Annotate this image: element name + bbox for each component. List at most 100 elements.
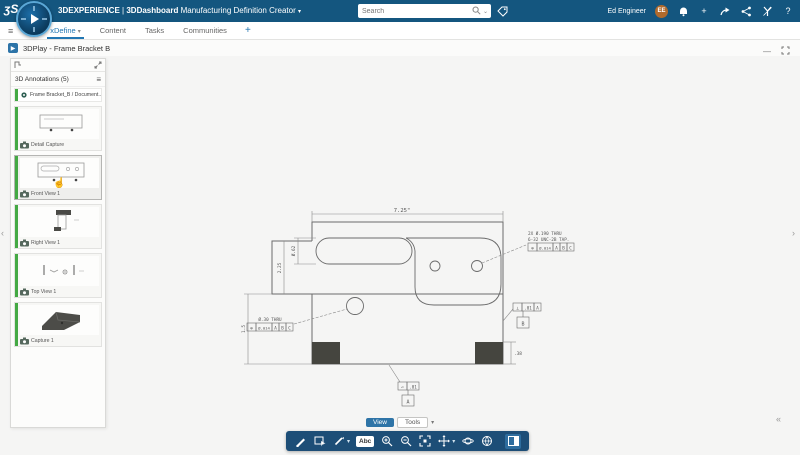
- capture-card-detail-capture[interactable]: Detail Capture: [14, 106, 102, 151]
- user-area: Ed Engineer EE + ?: [607, 0, 794, 22]
- dashboard-tab-bar: ≡ xDefine▾ Content Tasks Communities +: [0, 22, 800, 40]
- viewer-mode-tabs: View Tools ▾: [366, 417, 434, 428]
- svg-text:2X Ø.190 THRU: 2X Ø.190 THRU: [528, 230, 562, 237]
- svg-text:B: B: [281, 325, 284, 330]
- panel-toggle-icon[interactable]: ≡: [8, 26, 13, 36]
- zoom-out-icon[interactable]: [399, 435, 412, 448]
- share-icon[interactable]: [719, 5, 731, 17]
- minimize-icon[interactable]: —: [763, 47, 771, 56]
- user-name[interactable]: Ed Engineer: [607, 8, 646, 15]
- capture-thumbnail: [20, 207, 99, 237]
- annotations-header: 3D Annotations (5): [15, 76, 69, 83]
- notifications-icon[interactable]: [677, 5, 689, 17]
- datum-a-label: A: [406, 400, 409, 406]
- split-view-icon[interactable]: [505, 434, 521, 449]
- capture-label: Right View 1: [31, 240, 60, 246]
- capture-label: Front View 1: [31, 191, 60, 197]
- text-tool-button[interactable]: Abc: [356, 436, 374, 447]
- dim-height: 2.25: [277, 262, 283, 273]
- capture-thumbnail: [20, 305, 99, 335]
- perpendicularity-annotation[interactable]: ⊥ .01 A B: [513, 303, 541, 328]
- capture-card-right-view-1[interactable]: Right View 1: [14, 204, 102, 249]
- camera-icon: [20, 332, 29, 350]
- panel-tab-icon[interactable]: [14, 56, 22, 74]
- brand-separator: |: [122, 6, 124, 15]
- dim-overall-width: 7.25": [394, 208, 411, 214]
- tab-tools[interactable]: Tools: [397, 417, 428, 428]
- chevron-down-icon[interactable]: ▾: [431, 419, 434, 426]
- hole-2: [472, 261, 483, 272]
- zoom-in-icon[interactable]: [380, 435, 393, 448]
- left-panel-collapse-icon[interactable]: ‹: [1, 228, 4, 238]
- app-title: 3DEXPERIENCE | 3DDashboard Manufacturing…: [58, 0, 301, 22]
- capture-label: Detail Capture: [31, 142, 64, 148]
- bottom-right-collapse-icon[interactable]: «: [776, 414, 781, 424]
- app-name: 3DDashboard: [126, 6, 178, 15]
- pan-icon[interactable]: [437, 435, 450, 448]
- orbit-icon[interactable]: [461, 435, 474, 448]
- viewer-toolbar: ▾ Abc ▾: [286, 431, 529, 451]
- chevron-down-icon[interactable]: ▾: [452, 438, 455, 445]
- svg-text:C: C: [569, 245, 572, 250]
- hole-annotation[interactable]: Ø.30 THRU ⊕ Ø.014 A B C: [247, 316, 293, 331]
- tab-xdefine[interactable]: xDefine▾: [49, 23, 81, 38]
- foot-left: [312, 342, 340, 364]
- compass-widget[interactable]: [16, 1, 52, 37]
- chevron-down-icon[interactable]: ▾: [298, 9, 301, 15]
- camera-icon: [20, 234, 29, 252]
- tab-content[interactable]: Content: [99, 23, 127, 38]
- root-item[interactable]: Frame Bracket_B / Document...: [14, 88, 102, 102]
- svg-text:▱: ▱: [401, 384, 404, 389]
- capture-thumbnail: [20, 109, 99, 139]
- tab-communities[interactable]: Communities: [182, 23, 228, 38]
- annotate-pen-icon[interactable]: [332, 435, 345, 448]
- fit-view-icon[interactable]: [418, 435, 431, 448]
- dim-slot: Ø.62: [290, 245, 297, 256]
- foot-right: [475, 342, 503, 364]
- collaborate-icon[interactable]: [740, 5, 752, 17]
- camera-icon: [20, 185, 29, 203]
- capture-thumbnail: [20, 256, 99, 286]
- tapped-holes-annotation[interactable]: 2X Ø.190 THRU 6-32 UNC-2B TAP. ⊕ Ø.014 A…: [528, 230, 574, 251]
- svg-text:Ø.014: Ø.014: [258, 325, 270, 330]
- markup-tool-icon[interactable]: [294, 435, 307, 448]
- svg-text:⊕: ⊕: [531, 245, 534, 250]
- search-options-chevron-icon[interactable]: ⌄: [483, 8, 488, 15]
- hand-cursor: ☝: [53, 178, 65, 189]
- tab-view[interactable]: View: [366, 418, 394, 427]
- select-tool-icon[interactable]: [313, 435, 326, 448]
- 3dplay-icon: ▶: [8, 43, 18, 53]
- flatness-annotation[interactable]: ▱ .01 A: [398, 382, 419, 406]
- search-bar[interactable]: ⌄: [358, 4, 491, 18]
- svg-text:Ø.014: Ø.014: [539, 245, 551, 250]
- capture-card-capture-1[interactable]: Capture 1: [14, 302, 102, 347]
- widget-title: 3DPlay - Frame Bracket B: [23, 44, 110, 53]
- help-icon[interactable]: ?: [782, 5, 794, 17]
- search-input[interactable]: [358, 8, 472, 15]
- panel-menu-icon[interactable]: ≡: [96, 75, 101, 84]
- right-panel-expand-icon[interactable]: ›: [792, 228, 795, 238]
- svg-text:.01: .01: [409, 384, 417, 389]
- capture-label: Capture 1: [31, 338, 54, 344]
- render-mode-icon[interactable]: [480, 435, 493, 448]
- tab-tasks[interactable]: Tasks: [144, 23, 165, 38]
- svg-text:B: B: [562, 245, 565, 250]
- capture-card-front-view-1[interactable]: Front View 1 ☝: [14, 155, 102, 200]
- hole-1: [430, 261, 440, 271]
- chevron-down-icon: ▾: [78, 29, 81, 35]
- panel-expand-icon[interactable]: [94, 56, 102, 74]
- search-icon[interactable]: [472, 6, 481, 17]
- page-title[interactable]: Manufacturing Definition Creator: [181, 6, 296, 15]
- add-icon[interactable]: +: [698, 5, 710, 17]
- add-tab-button[interactable]: +: [245, 25, 251, 36]
- svg-text:⊕: ⊕: [250, 325, 253, 330]
- chevron-down-icon[interactable]: ▾: [347, 438, 350, 445]
- capture-card-top-view-1[interactable]: Top View 1: [14, 253, 102, 298]
- svg-text:A: A: [274, 325, 277, 330]
- svg-text:6-32 UNC-2B TAP.: 6-32 UNC-2B TAP.: [528, 237, 569, 243]
- avatar[interactable]: EE: [655, 5, 668, 18]
- tag-icon[interactable]: [497, 5, 509, 23]
- viewer-canvas[interactable]: 7.25" Ø.62 2.25 1.5 .38 2X Ø.190 THRU 6-…: [0, 56, 800, 455]
- swym-icon[interactable]: [761, 5, 773, 17]
- engineering-drawing: 7.25" Ø.62 2.25 1.5 .38 2X Ø.190 THRU 6-…: [230, 194, 680, 424]
